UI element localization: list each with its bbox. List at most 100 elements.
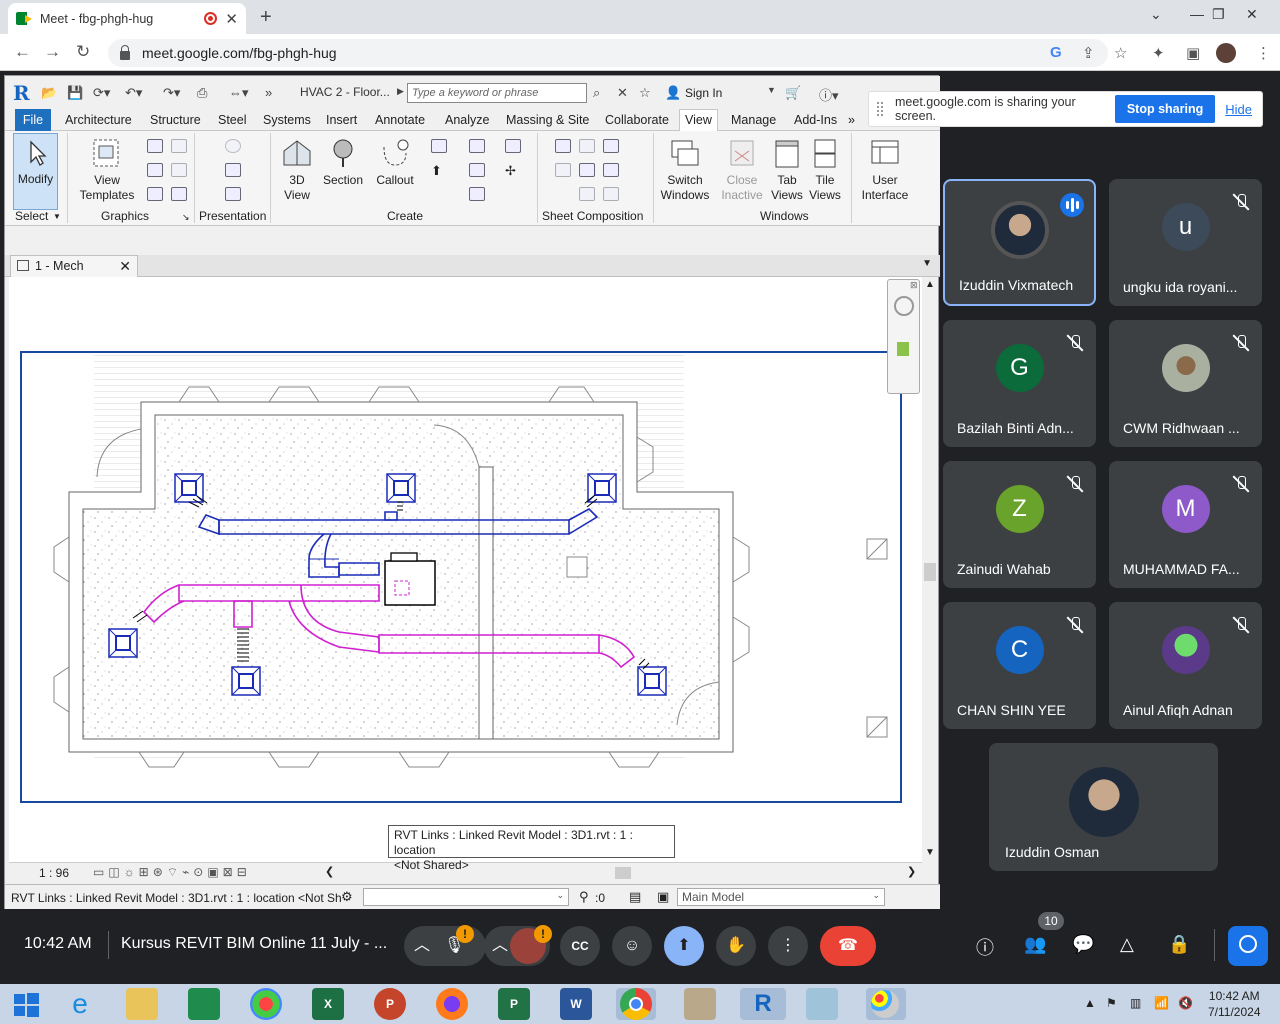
chat-icon[interactable]: 💬: [1072, 934, 1094, 955]
participant-tile[interactable]: G Bazilah Binti Adn...: [943, 320, 1096, 447]
menu-structure[interactable]: Structure: [150, 113, 201, 127]
sheet-icon[interactable]: [555, 139, 571, 153]
menu-architecture[interactable]: Architecture: [65, 113, 132, 127]
workset-combo[interactable]: ⌄: [363, 888, 569, 906]
reload-button[interactable]: ↻: [76, 42, 90, 62]
revit-taskbar-icon[interactable]: R: [740, 988, 786, 1020]
host-controls-icon[interactable]: 🔒: [1168, 934, 1190, 955]
duplicate-view-icon[interactable]: [469, 163, 485, 177]
sign-in-dropdown-icon[interactable]: ▼: [767, 85, 776, 95]
more-options-button[interactable]: ⋮: [768, 926, 808, 966]
vertical-scrollbar[interactable]: ▲ ▼: [922, 277, 938, 862]
revit-logo-icon[interactable]: R: [13, 81, 30, 105]
menu-collaborate[interactable]: Collaborate: [605, 113, 669, 127]
maximize-button[interactable]: ❐: [1212, 6, 1225, 23]
new-tab-button[interactable]: +: [260, 6, 272, 29]
menu-file[interactable]: File: [15, 109, 51, 131]
cart-icon[interactable]: 🛒: [785, 85, 801, 101]
plan-views-icon[interactable]: [431, 139, 447, 153]
presentation-icon-3[interactable]: [225, 187, 241, 201]
hide-banner-link[interactable]: Hide: [1225, 102, 1252, 117]
zoom-icon[interactable]: [897, 342, 909, 356]
view-tab-1-mech[interactable]: 1 - Mech ✕: [10, 255, 138, 277]
undo-icon[interactable]: ↶▾: [125, 85, 142, 101]
sync-icon[interactable]: ⟳▾: [93, 85, 110, 101]
revisions-icon[interactable]: [555, 163, 571, 177]
volume-muted-icon[interactable]: 🔇: [1178, 996, 1193, 1010]
hscroll-right-icon[interactable]: ❯: [907, 865, 916, 878]
favorites-star-icon[interactable]: ☆: [639, 85, 651, 101]
hscroll-left-icon[interactable]: ❮: [325, 865, 334, 878]
filters-icon[interactable]: [171, 139, 187, 153]
participant-tile[interactable]: Izuddin Vixmatech: [943, 179, 1096, 306]
close-inactive-button[interactable]: Close Inactive: [717, 137, 767, 203]
browser-tab-meet[interactable]: Meet - fbg-phgh-hug ✕: [8, 3, 246, 34]
drawing-canvas[interactable]: ⊠: [9, 277, 922, 862]
section-button[interactable]: Section: [321, 137, 365, 188]
help-icon[interactable]: ⓘ▾: [819, 85, 839, 104]
participant-tile[interactable]: M MUHAMMAD FA...: [1109, 461, 1262, 588]
view-reference-icon[interactable]: [579, 187, 595, 201]
print-icon[interactable]: ⎙: [197, 85, 207, 101]
activities-icon[interactable]: △: [1120, 934, 1134, 955]
elevation-icon[interactable]: ⬆: [431, 163, 447, 178]
binoculars-icon[interactable]: ⌕: [593, 85, 600, 101]
tab-search-chevron-icon[interactable]: ⌄: [1150, 6, 1162, 23]
raise-hand-button[interactable]: ✋: [716, 926, 756, 966]
windows-start-button[interactable]: [10, 988, 42, 1020]
schedules-icon[interactable]: [505, 139, 521, 153]
alarm-clock-button[interactable]: [1228, 926, 1268, 966]
worksets-icon[interactable]: ⚙: [341, 889, 353, 905]
excel-icon[interactable]: X: [312, 988, 344, 1020]
powerpoint-icon[interactable]: P: [374, 988, 406, 1020]
close-window-button[interactable]: ✕: [1246, 6, 1258, 23]
menu-icon[interactable]: ⋮: [1256, 44, 1271, 62]
presentation-icon-2[interactable]: [225, 163, 241, 177]
view-templates-button[interactable]: View Templates: [79, 137, 135, 203]
notepad-icon[interactable]: [806, 988, 838, 1020]
title-block-icon[interactable]: [579, 139, 595, 153]
sign-in-link[interactable]: Sign In: [685, 86, 722, 100]
paint-icon[interactable]: [250, 988, 282, 1020]
scroll-up-icon[interactable]: ▲: [925, 279, 935, 290]
url-omnibox[interactable]: meet.google.com/fbg-phgh-hug: [108, 39, 1108, 67]
steering-wheel-icon[interactable]: [894, 296, 914, 316]
render-icon[interactable]: [171, 187, 187, 201]
menu-analyze[interactable]: Analyze: [445, 113, 489, 127]
thin-lines-icon[interactable]: [147, 163, 163, 177]
more-tools-icon[interactable]: »: [265, 85, 272, 100]
emoji-button[interactable]: ☺: [612, 926, 652, 966]
network-icon[interactable]: 📶: [1154, 996, 1169, 1010]
system-clock[interactable]: 10:42 AM 7/11/2024: [1208, 988, 1261, 1020]
scroll-down-icon[interactable]: ▼: [925, 847, 935, 858]
google-icon[interactable]: G: [1050, 44, 1062, 61]
design-options-icon[interactable]: ▣: [657, 889, 669, 905]
air-handling-unit[interactable]: [384, 560, 436, 606]
matchline-icon[interactable]: [603, 163, 619, 177]
place-view-icon[interactable]: [603, 139, 619, 153]
select-group-label[interactable]: Select: [15, 209, 48, 223]
back-button[interactable]: ←: [14, 42, 31, 62]
editable-only-icon[interactable]: ⚲: [579, 889, 589, 905]
navigation-bar[interactable]: ⊠: [887, 279, 920, 394]
paint-taskbar-icon[interactable]: [866, 988, 906, 1020]
3d-view-button[interactable]: 3D View: [277, 137, 317, 203]
menu-steel[interactable]: Steel: [218, 113, 247, 127]
design-option-combo[interactable]: Main Model ⌄: [677, 888, 885, 906]
bookmark-star-icon[interactable]: ☆: [1114, 44, 1127, 62]
scope-box-icon[interactable]: ✢: [505, 163, 521, 178]
present-screen-button[interactable]: ⬆: [664, 926, 704, 966]
modify-button[interactable]: Modify: [13, 133, 58, 210]
participant-tile[interactable]: Ainul Afiqh Adnan: [1109, 602, 1262, 729]
menu-insert[interactable]: Insert: [326, 113, 357, 127]
captions-button[interactable]: CC: [560, 926, 600, 966]
visibility-graphics-icon[interactable]: [147, 139, 163, 153]
tile-views-button[interactable]: Tile Views: [807, 137, 843, 203]
drafting-view-icon[interactable]: [469, 139, 485, 153]
forward-button[interactable]: →: [44, 42, 61, 62]
app-icon[interactable]: [684, 988, 716, 1020]
participant-tile[interactable]: Z Zainudi Wahab: [943, 461, 1096, 588]
people-icon[interactable]: 👥: [1024, 934, 1046, 955]
switch-windows-button[interactable]: Switch Windows: [659, 137, 711, 203]
share-icon[interactable]: ⇪: [1082, 44, 1095, 62]
